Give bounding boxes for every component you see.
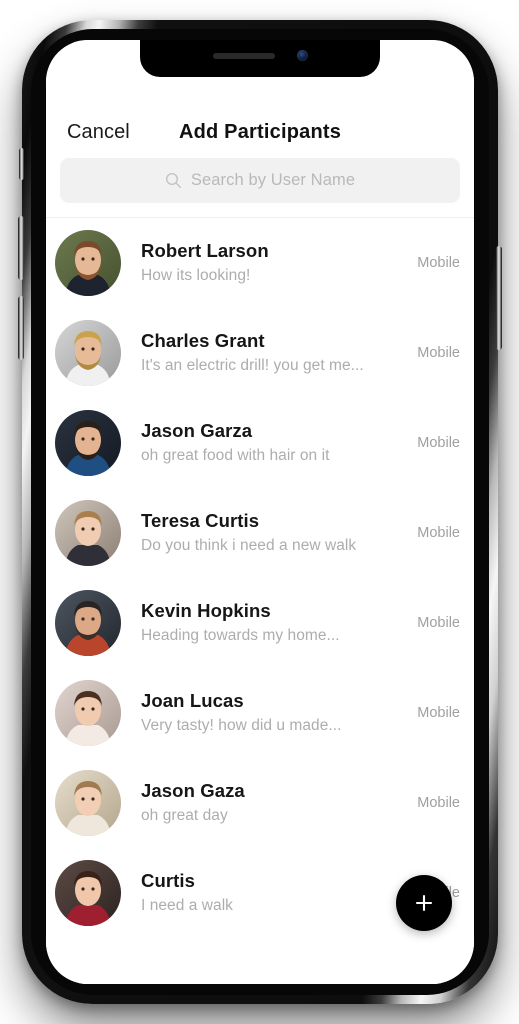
earpiece-speaker-icon	[212, 52, 275, 59]
participant-meta: Mobile	[417, 795, 460, 811]
avatar	[55, 770, 121, 836]
participant-list[interactable]: Robert Larson How its looking! Mobile Char…	[46, 218, 474, 984]
participant-message: Do you think i need a new walk	[141, 537, 357, 555]
participant-name: Kevin Hopkins	[141, 600, 271, 622]
avatar	[55, 320, 121, 386]
participant-meta: Mobile	[417, 705, 460, 721]
participant-info: Jason Garza oh great food with hair on it	[121, 419, 409, 466]
search-icon	[165, 172, 181, 189]
avatar	[55, 410, 121, 476]
volume-down-button[interactable]	[18, 296, 24, 360]
search-input[interactable]: Search by User Name	[60, 158, 460, 203]
participant-meta: Mobile	[417, 615, 460, 631]
participant-info: Robert Larson How its looking!	[121, 239, 409, 286]
volume-up-button[interactable]	[18, 216, 24, 280]
phone-screen: Cancel Add Participants Search by User N…	[46, 40, 474, 984]
participant-message: oh great day	[141, 807, 228, 825]
avatar	[55, 590, 121, 656]
avatar	[55, 500, 121, 566]
participant-message: Heading towards my home...	[141, 627, 340, 645]
search-placeholder-text: Search by User Name	[190, 171, 356, 189]
participant-row[interactable]: Kevin Hopkins Heading towards my home... M…	[46, 578, 474, 668]
plus-icon	[416, 895, 432, 911]
power-button[interactable]	[496, 246, 502, 350]
participant-info: Jason Gaza oh great day	[121, 779, 409, 826]
participant-meta: Mobile	[417, 255, 460, 271]
device-notch	[140, 40, 380, 77]
participant-name: Teresa Curtis	[141, 510, 260, 532]
participant-info: Joan Lucas Very tasty! how did u made...	[121, 689, 409, 736]
participant-row[interactable]: Charles Grant It's an electric drill! you…	[46, 308, 474, 398]
participant-name: Curtis	[141, 870, 196, 892]
screenshot-stage: Cancel Add Participants Search by User N…	[0, 0, 519, 1024]
participant-message: How its looking!	[141, 267, 251, 285]
avatar	[55, 860, 121, 926]
avatar	[55, 230, 121, 296]
participant-row[interactable]: Robert Larson How its looking! Mobile	[46, 218, 474, 308]
participant-meta: Mobile	[417, 435, 460, 451]
add-participant-fab[interactable]	[396, 875, 452, 931]
participant-message: Very tasty! how did u made...	[141, 717, 342, 735]
participant-info: Kevin Hopkins Heading towards my home...	[121, 599, 409, 646]
page-title: Add Participants	[178, 121, 342, 143]
participant-meta: Mobile	[417, 525, 460, 541]
add-participants-screen: Cancel Add Participants Search by User N…	[46, 40, 474, 984]
participant-name: Jason Garza	[141, 420, 253, 442]
participant-message: It's an electric drill! you get me...	[141, 357, 364, 375]
silent-switch-button[interactable]	[19, 148, 24, 180]
participant-name: Robert Larson	[141, 240, 269, 262]
avatar	[55, 680, 121, 746]
participant-info: Charles Grant It's an electric drill! you…	[121, 329, 409, 376]
participant-name: Jason Gaza	[141, 780, 245, 802]
front-camera-icon	[296, 50, 308, 61]
participant-row[interactable]: Jason Gaza oh great day Mobile	[46, 758, 474, 848]
participant-message: oh great food with hair on it	[141, 447, 330, 465]
participant-row[interactable]: Teresa Curtis Do you think i need a new w…	[46, 488, 474, 578]
participant-row[interactable]: Jason Garza oh great food with hair on it…	[46, 398, 474, 488]
participant-name: Charles Grant	[141, 330, 265, 352]
search-bar-container: Search by User Name	[46, 152, 474, 217]
participant-info: Curtis I need a walk	[121, 869, 409, 916]
participant-name: Joan Lucas	[141, 690, 244, 712]
participant-message: I need a walk	[141, 897, 233, 915]
participant-row[interactable]: Joan Lucas Very tasty! how did u made... M…	[46, 668, 474, 758]
participant-meta: Mobile	[417, 345, 460, 361]
participant-info: Teresa Curtis Do you think i need a new w…	[121, 509, 409, 556]
